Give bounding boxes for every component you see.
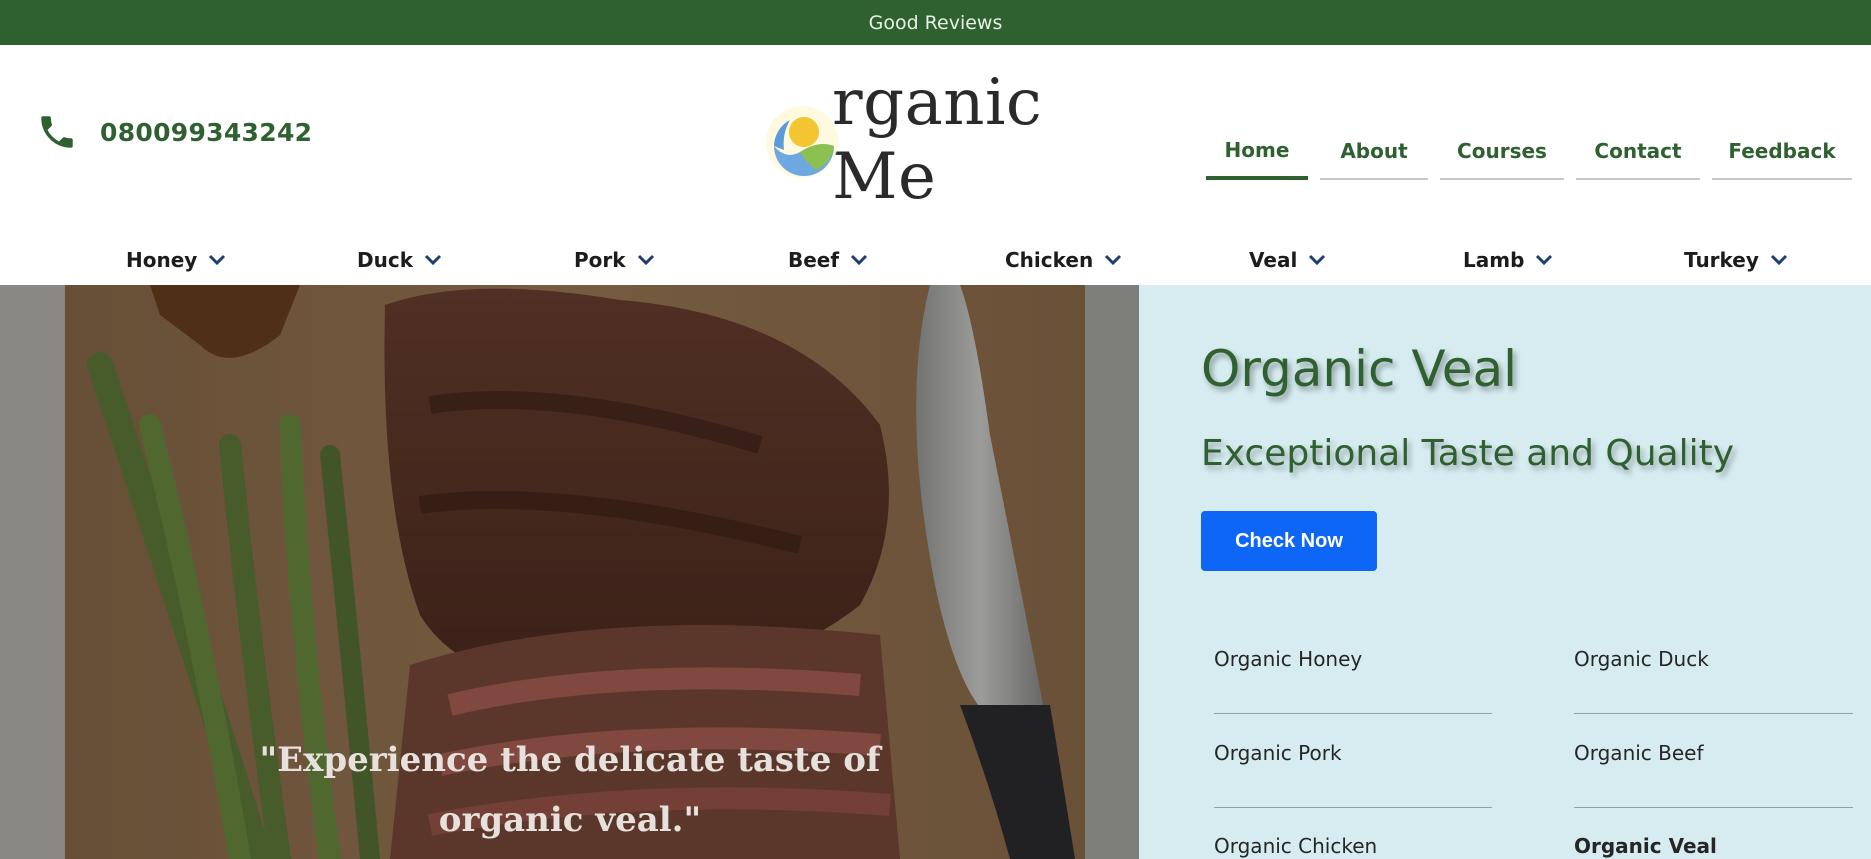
hero-image: "Experience the delicate taste of organi…	[0, 285, 1139, 859]
category-label: Turkey	[1684, 248, 1759, 272]
nav-courses[interactable]: Courses	[1440, 123, 1564, 180]
divider	[1214, 807, 1492, 808]
nav-contact[interactable]: Contact	[1576, 123, 1700, 180]
divider	[1574, 713, 1853, 714]
category-label: Lamb	[1463, 248, 1525, 272]
category-label: Honey	[126, 248, 198, 272]
link-organic-veal[interactable]: Organic Veal	[1574, 834, 1717, 858]
chevron-down-icon	[637, 254, 654, 266]
hero-quote: "Experience the delicate taste of organi…	[250, 730, 890, 850]
nav-home[interactable]: Home	[1206, 123, 1308, 180]
hero-quote-line-1: "Experience the delicate taste of	[259, 740, 881, 780]
logo-sun-icon	[760, 90, 840, 190]
site-logo[interactable]: rganic Me	[760, 66, 1120, 214]
category-label: Beef	[788, 248, 840, 272]
category-label: Pork	[574, 248, 626, 272]
phone-icon	[41, 116, 73, 148]
divider	[1214, 713, 1492, 714]
category-honey[interactable]: Honey	[126, 235, 227, 285]
announcement-text[interactable]: Good Reviews	[869, 12, 1003, 34]
chevron-down-icon	[424, 254, 442, 266]
main-navigation: Home About Courses Contact Feedback	[1206, 123, 1852, 180]
category-beef[interactable]: Beef	[788, 235, 869, 285]
phone-contact[interactable]: 080099343242	[36, 111, 312, 153]
panel-title: Organic Veal	[1201, 340, 1517, 398]
nav-feedback[interactable]: Feedback	[1712, 123, 1852, 180]
chevron-down-icon	[1770, 254, 1787, 266]
category-lamb[interactable]: Lamb	[1463, 235, 1554, 285]
chevron-down-icon	[1309, 254, 1326, 266]
category-pork[interactable]: Pork	[574, 235, 656, 285]
category-navigation: Honey Duck Pork Beef Chicken Veal Lamb T…	[0, 235, 1871, 285]
divider	[1574, 807, 1853, 808]
link-organic-pork[interactable]: Organic Pork	[1214, 741, 1342, 765]
category-turkey[interactable]: Turkey	[1684, 235, 1789, 285]
logo-text: rganic Me	[832, 66, 1043, 214]
hero-quote-line-2: organic veal."	[438, 800, 702, 840]
chevron-down-icon	[851, 254, 868, 266]
category-duck[interactable]: Duck	[357, 235, 443, 285]
chevron-down-icon	[1105, 254, 1122, 266]
category-label: Duck	[357, 248, 413, 272]
category-chicken[interactable]: Chicken	[1005, 235, 1123, 285]
link-organic-duck[interactable]: Organic Duck	[1574, 647, 1709, 671]
link-organic-beef[interactable]: Organic Beef	[1574, 741, 1704, 765]
category-label: Veal	[1249, 248, 1298, 272]
category-veal[interactable]: Veal	[1249, 235, 1327, 285]
top-announcement-bar: Good Reviews	[0, 0, 1871, 45]
phone-number[interactable]: 080099343242	[100, 118, 312, 147]
chevron-down-icon	[209, 254, 226, 266]
link-organic-chicken[interactable]: Organic Chicken	[1214, 834, 1377, 858]
nav-about[interactable]: About	[1320, 123, 1428, 180]
category-label: Chicken	[1005, 248, 1094, 272]
panel-subtitle: Exceptional Taste and Quality	[1201, 433, 1735, 474]
check-now-button[interactable]: Check Now	[1201, 511, 1377, 571]
link-organic-honey[interactable]: Organic Honey	[1214, 647, 1362, 671]
product-panel: Organic Veal Exceptional Taste and Quali…	[1139, 285, 1871, 859]
chevron-down-icon	[1536, 254, 1553, 266]
